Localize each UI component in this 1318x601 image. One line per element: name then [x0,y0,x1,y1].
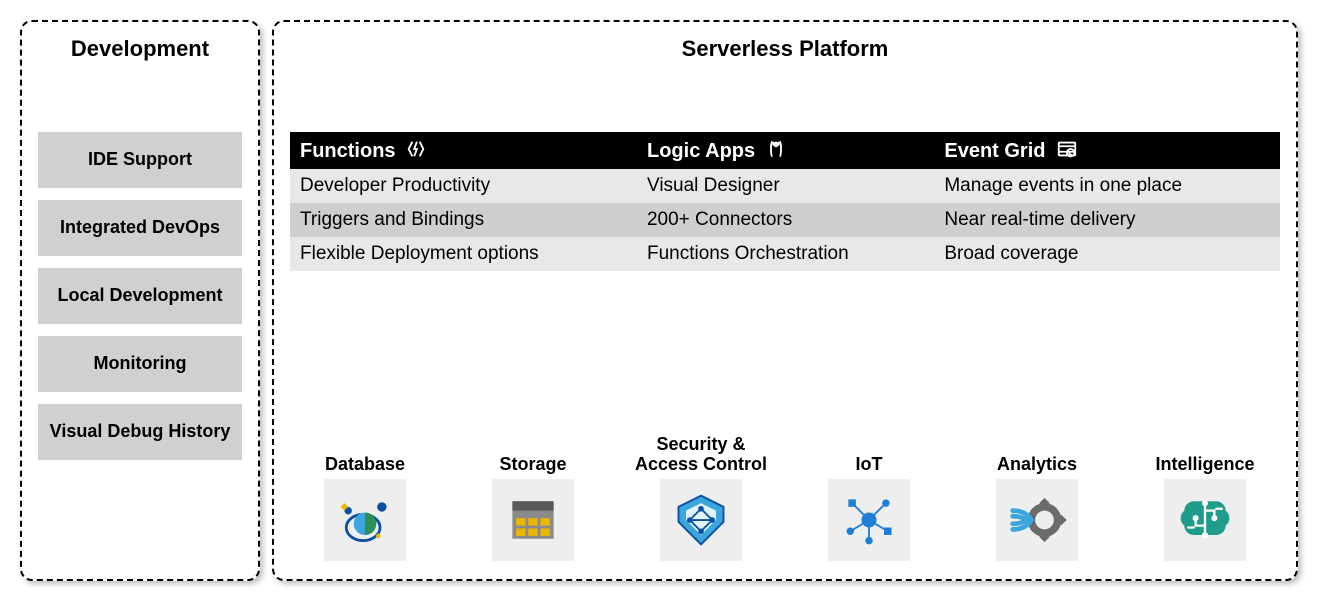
table-row: Flexible Deployment options Functions Or… [290,237,1280,271]
platform-table: Functions Logic Apps [290,132,1280,271]
service-label: Security & Access Control [626,431,776,475]
col-header-functions: Functions [290,132,637,169]
service-storage: Storage [458,431,608,561]
cell: Manage events in one place [934,169,1280,203]
service-iot: IoT [794,431,944,561]
cell: Functions Orchestration [637,237,934,271]
service-label: Analytics [997,431,1077,475]
service-label: Intelligence [1155,431,1254,475]
dev-item: Monitoring [38,336,242,392]
col-header-event-grid: Event Grid [934,132,1280,169]
security-icon [660,479,742,561]
intelligence-icon [1164,479,1246,561]
cell: Developer Productivity [290,169,637,203]
service-intelligence: Intelligence [1130,431,1280,561]
cell: Visual Designer [637,169,934,203]
table-row: Developer Productivity Visual Designer M… [290,169,1280,203]
storage-icon [492,479,574,561]
service-security: Security & Access Control [626,431,776,561]
col-header-label: Logic Apps [647,140,755,162]
development-panel: Development IDE Support Integrated DevOp… [20,20,260,581]
database-icon [324,479,406,561]
service-label: IoT [856,431,883,475]
col-header-logic-apps: Logic Apps [637,132,934,169]
services-row: Database Storage [290,431,1280,561]
cell: 200+ Connectors [637,203,934,237]
platform-title: Serverless Platform [290,36,1280,62]
dev-item: Visual Debug History [38,404,242,460]
service-label: Database [325,431,405,475]
cell: Near real-time delivery [934,203,1280,237]
event-grid-icon [1055,138,1079,160]
functions-icon [405,138,427,160]
service-database: Database [290,431,440,561]
cell: Flexible Deployment options [290,237,637,271]
development-list: IDE Support Integrated DevOps Local Deve… [38,132,242,460]
iot-icon [828,479,910,561]
table-header-row: Functions Logic Apps [290,132,1280,169]
col-header-label: Functions [300,140,396,162]
analytics-icon [996,479,1078,561]
platform-panel: Serverless Platform Functions Logic Apps [272,20,1298,581]
service-label: Storage [499,431,566,475]
logic-apps-icon [765,138,787,160]
cell: Triggers and Bindings [290,203,637,237]
cell: Broad coverage [934,237,1280,271]
dev-item: IDE Support [38,132,242,188]
service-analytics: Analytics [962,431,1112,561]
dev-item: Integrated DevOps [38,200,242,256]
col-header-label: Event Grid [944,140,1045,162]
development-title: Development [38,36,242,62]
diagram-root: Development IDE Support Integrated DevOp… [20,20,1298,581]
dev-item: Local Development [38,268,242,324]
table-row: Triggers and Bindings 200+ Connectors Ne… [290,203,1280,237]
